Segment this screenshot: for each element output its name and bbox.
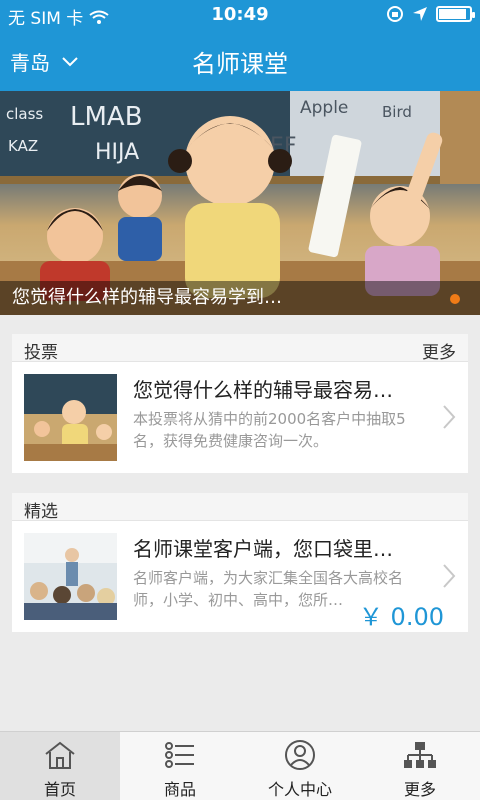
featured-card-header: 精选 — [12, 493, 468, 522]
tab-bar: 首页 商品 个人中心 更多 — [0, 731, 480, 800]
vote-thumbnail — [24, 374, 117, 461]
featured-title: 名师课堂客户端，您口袋里… — [133, 537, 393, 561]
tab-profile[interactable]: 个人中心 — [240, 732, 360, 800]
battery-icon — [436, 6, 475, 22]
vote-title: 您觉得什么样的辅导最容易… — [133, 378, 393, 402]
user-icon — [285, 740, 315, 770]
featured-thumbnail — [24, 533, 117, 620]
carousel-indicator[interactable] — [450, 294, 460, 304]
status-bar: 无 SIM 卡 10:49 — [0, 0, 480, 30]
tab-more[interactable]: 更多 — [360, 732, 480, 800]
list-icon — [165, 742, 194, 768]
location-icon — [413, 7, 427, 21]
vote-card: 投票 更多 您觉得什么样的辅导最容易… 本投票将从猜中的前2000名客户中抽取5… — [12, 334, 468, 473]
nav-bar: 青岛 名师课堂 — [0, 30, 480, 91]
board-word: KAZ — [8, 137, 38, 155]
price-label: ￥ 0.00 — [358, 603, 444, 631]
tab-label: 个人中心 — [267, 780, 332, 799]
section-label: 精选 — [24, 502, 58, 522]
rotation-lock-icon — [387, 6, 403, 22]
board-word: Apple — [300, 98, 348, 118]
vote-card-header: 投票 更多 — [12, 334, 468, 363]
vote-description: 本投票将从猜中的前2000名客户中抽取5名，获得免费健康咨询一次。 — [133, 410, 406, 450]
featured-card: 精选 名师课堂客户端，您口袋里… 名师客户端，为大家汇集全国各大高校名师，小学、… — [12, 493, 468, 632]
vote-item[interactable]: 您觉得什么样的辅导最容易… 本投票将从猜中的前2000名客户中抽取5名，获得免费… — [12, 362, 468, 473]
tab-products[interactable]: 商品 — [120, 732, 240, 800]
status-icons — [386, 5, 475, 23]
board-word: LMAB — [70, 102, 143, 132]
tab-label: 商品 — [163, 780, 196, 799]
chevron-right-icon — [443, 564, 456, 588]
board-word: HIJA — [95, 140, 139, 165]
banner-caption: 您觉得什么样的辅导最容易学到… — [12, 287, 282, 308]
chevron-right-icon — [443, 405, 456, 429]
page-title: 名师课堂 — [192, 50, 288, 78]
banner-carousel[interactable]: class LMAB KAZ HIJA Apple Bird EF 您觉得什么样… — [0, 91, 480, 315]
board-word: class — [6, 105, 43, 123]
section-label: 投票 — [24, 343, 58, 363]
tab-home[interactable]: 首页 — [0, 732, 120, 800]
tab-label: 更多 — [403, 780, 436, 799]
battery-fill — [439, 9, 466, 19]
board-word: Bird — [382, 103, 412, 121]
top-bar: 无 SIM 卡 10:49 青岛 名师课堂 — [0, 0, 480, 91]
sitemap-icon — [404, 742, 436, 768]
featured-item[interactable]: 名师课堂客户端，您口袋里… 名师客户端，为大家汇集全国各大高校名师，小学、初中、… — [12, 521, 468, 632]
home-icon — [45, 741, 75, 769]
tab-label: 首页 — [43, 780, 76, 799]
more-link[interactable]: 更多 — [422, 338, 456, 363]
